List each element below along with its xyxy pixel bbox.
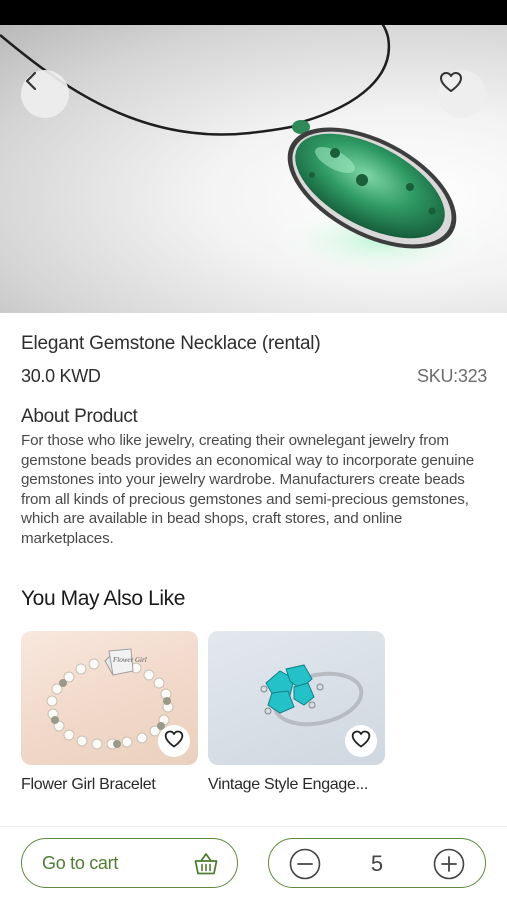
recommendation-card[interactable]: Vintage Style Engage...: [208, 631, 385, 794]
heart-outline-icon: [350, 729, 372, 754]
charm-engraving: Flower Girl: [112, 656, 147, 664]
recommendation-card[interactable]: Flower Girl Flower Girl Bracelet: [21, 631, 198, 794]
cart-button-label: Go to cart: [42, 853, 119, 873]
favorite-button[interactable]: [438, 70, 486, 118]
plus-circle-icon[interactable]: [433, 848, 465, 885]
about-heading: About Product: [21, 406, 138, 427]
about-description: For those who like jewelry, creating the…: [21, 432, 475, 547]
favorite-button[interactable]: [345, 725, 377, 757]
product-title: Elegant Gemstone Necklace (rental): [21, 333, 321, 354]
recommendation-name: Vintage Style Engage...: [208, 776, 369, 793]
bracelet-image: Flower Girl: [21, 631, 198, 765]
back-button[interactable]: [21, 70, 69, 118]
product-image: [0, 25, 507, 313]
status-bar: [0, 0, 507, 25]
favorite-button[interactable]: [158, 725, 190, 757]
product-sku: SKU:323: [417, 366, 487, 386]
heart-outline-icon: [163, 729, 185, 754]
quantity-stepper[interactable]: 5: [268, 838, 486, 888]
recommendation-name: Flower Girl Bracelet: [21, 776, 156, 793]
recommendations-heading: You May Also Like: [21, 587, 186, 610]
bottom-divider: [0, 826, 507, 827]
go-to-cart-button[interactable]: Go to cart: [21, 838, 238, 888]
product-price: 30.0 KWD: [21, 366, 101, 386]
basket-icon: [193, 851, 219, 882]
ring-image: [208, 631, 385, 765]
